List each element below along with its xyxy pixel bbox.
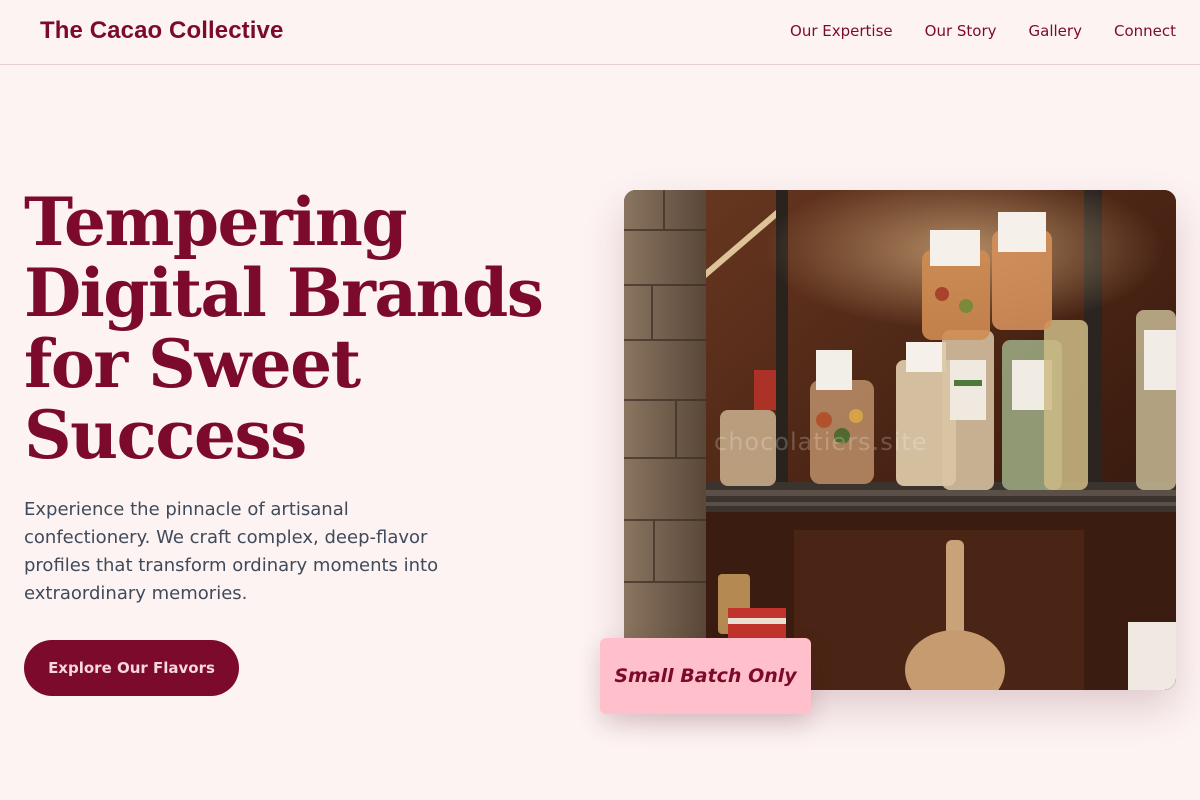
- main-nav: Our Expertise Our Story Gallery Connect: [790, 22, 1176, 40]
- hero-headline: Tempering Digital Brands for Sweet Succe…: [24, 183, 544, 474]
- brand-logo-text[interactable]: The Cacao Collective: [40, 17, 283, 45]
- hero-description: Experience the pinnacle of artisanal con…: [24, 499, 439, 604]
- nav-link-our-expertise[interactable]: Our Expertise: [790, 22, 893, 40]
- image-watermark: chocolatiers.site: [714, 428, 928, 456]
- hero-shop-shelf-image: chocolatiers.site: [624, 190, 1176, 690]
- nav-link-connect[interactable]: Connect: [1114, 22, 1176, 40]
- small-batch-badge: Small Batch Only: [600, 638, 811, 714]
- explore-flavors-button[interactable]: Explore Our Flavors: [24, 640, 239, 696]
- nav-link-our-story[interactable]: Our Story: [925, 22, 997, 40]
- site-header: The Cacao Collective Our Expertise Our S…: [0, 0, 1200, 65]
- nav-link-gallery[interactable]: Gallery: [1029, 22, 1082, 40]
